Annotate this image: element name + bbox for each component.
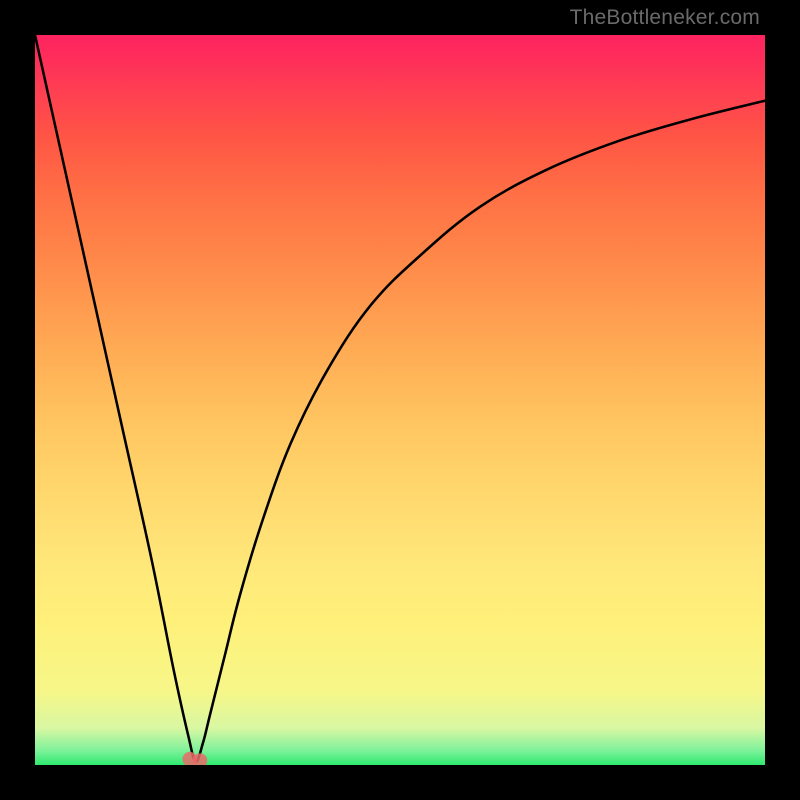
watermark-text: TheBottleneker.com — [570, 6, 760, 30]
curve-svg — [35, 35, 765, 765]
chart-frame: TheBottleneker.com — [0, 0, 800, 800]
bottleneck-curve — [35, 35, 765, 761]
plot-area — [35, 35, 765, 765]
